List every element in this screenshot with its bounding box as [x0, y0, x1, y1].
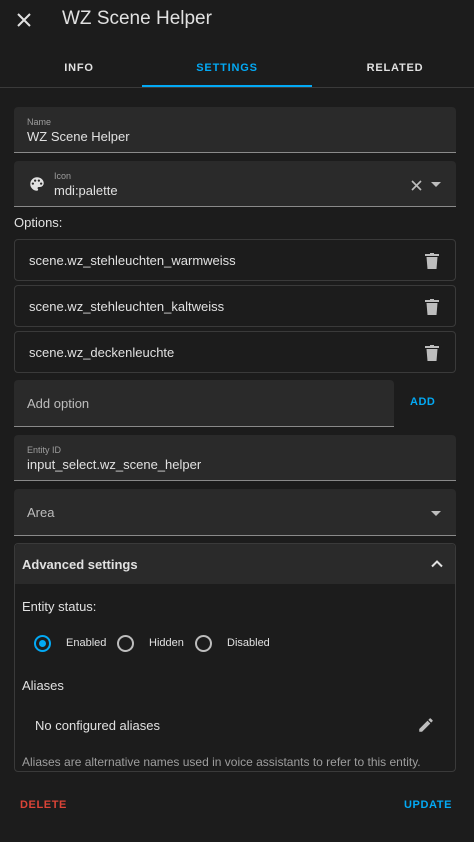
- option-item: scene.wz_stehleuchten_kaltweiss: [14, 285, 456, 327]
- delete-button[interactable]: DELETE: [20, 799, 67, 811]
- clear-icon[interactable]: [411, 180, 422, 191]
- delete-option-icon[interactable]: [425, 345, 439, 361]
- radio-hidden-label: Hidden: [149, 637, 184, 649]
- close-icon: [17, 13, 31, 27]
- option-item: scene.wz_stehleuchten_warmweiss: [14, 239, 456, 281]
- delete-option-icon[interactable]: [425, 299, 439, 315]
- active-tab-indicator: [142, 85, 312, 87]
- entity-id-value: input_select.wz_scene_helper: [27, 457, 202, 472]
- name-field-value: WZ Scene Helper: [27, 129, 130, 144]
- advanced-settings-title: Advanced settings: [22, 557, 138, 572]
- palette-icon: [30, 177, 44, 191]
- tab-related[interactable]: RELATED: [316, 48, 474, 88]
- tab-settings[interactable]: SETTINGS: [148, 48, 306, 88]
- tab-bar: INFO SETTINGS RELATED: [0, 48, 474, 88]
- entity-status-title: Entity status:: [22, 599, 97, 614]
- radio-enabled[interactable]: [34, 635, 51, 652]
- name-field[interactable]: Name WZ Scene Helper: [14, 107, 456, 153]
- advanced-settings-header[interactable]: Advanced settings: [15, 544, 455, 584]
- add-option-input[interactable]: Add option: [14, 380, 394, 427]
- options-title: Options:: [14, 215, 63, 230]
- icon-field[interactable]: Icon mdi:palette: [14, 161, 456, 207]
- pencil-icon[interactable]: [417, 716, 435, 734]
- area-placeholder: Area: [27, 505, 55, 520]
- dropdown-arrow-icon[interactable]: [431, 182, 441, 188]
- name-field-label: Name: [27, 117, 52, 127]
- option-label: scene.wz_stehleuchten_kaltweiss: [29, 299, 225, 314]
- dialog-title: WZ Scene Helper: [62, 8, 212, 29]
- option-label: scene.wz_deckenleuchte: [29, 345, 175, 360]
- area-select[interactable]: Area: [14, 489, 456, 536]
- radio-enabled-label: Enabled: [66, 637, 107, 649]
- entity-id-field[interactable]: Entity ID input_select.wz_scene_helper: [14, 435, 456, 481]
- aliases-helper-text: Aliases are alternative names used in vo…: [22, 755, 421, 769]
- add-option-button[interactable]: ADD: [410, 396, 435, 408]
- option-label: scene.wz_stehleuchten_warmweiss: [29, 253, 236, 268]
- dialog-header: WZ Scene Helper: [0, 0, 474, 44]
- add-option-placeholder: Add option: [27, 396, 90, 411]
- radio-disabled[interactable]: [195, 635, 212, 652]
- advanced-settings-panel: Advanced settings Entity status: Enabled…: [14, 543, 456, 772]
- dropdown-arrow-icon: [431, 511, 441, 516]
- icon-field-label: Icon: [54, 171, 72, 181]
- option-item: scene.wz_deckenleuchte: [14, 331, 456, 373]
- icon-field-value: mdi:palette: [54, 183, 118, 198]
- chevron-up-icon: [431, 560, 443, 568]
- tab-info[interactable]: INFO: [0, 48, 158, 88]
- entity-id-label: Entity ID: [27, 445, 62, 455]
- radio-disabled-label: Disabled: [227, 637, 270, 649]
- delete-option-icon[interactable]: [425, 253, 439, 269]
- radio-hidden[interactable]: [117, 635, 134, 652]
- aliases-title: Aliases: [22, 678, 64, 693]
- update-button[interactable]: UPDATE: [404, 799, 452, 811]
- no-aliases-text: No configured aliases: [35, 718, 161, 733]
- close-button[interactable]: [12, 8, 36, 32]
